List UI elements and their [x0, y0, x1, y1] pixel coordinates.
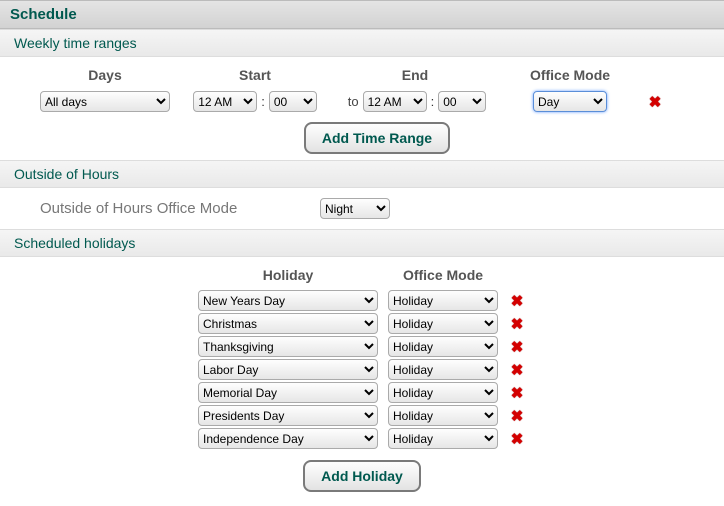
holiday-mode-select[interactable]: Holiday	[388, 290, 498, 311]
holiday-name-select[interactable]: Independence Day	[198, 428, 378, 449]
delete-icon[interactable]: ✖	[649, 94, 662, 111]
header-days: Days	[30, 67, 180, 83]
add-holiday-button[interactable]: Add Holiday	[303, 460, 421, 492]
header-holiday-mode: Office Mode	[383, 267, 503, 283]
holiday-name-select[interactable]: Labor Day	[198, 359, 378, 380]
holiday-row: Independence Day Holiday ✖	[0, 427, 724, 450]
holiday-name-select[interactable]: Thanksgiving	[198, 336, 378, 357]
holiday-row: Labor Day Holiday ✖	[0, 358, 724, 381]
delete-icon[interactable]: ✖	[511, 362, 524, 379]
outside-mode-select[interactable]: Night	[320, 198, 390, 219]
holiday-row: Thanksgiving Holiday ✖	[0, 335, 724, 358]
colon: :	[427, 94, 439, 109]
start-hour-select[interactable]: 12 AM	[193, 91, 257, 112]
weekly-row: All days 12 AM : 00 to 12 AM : 00 Day	[30, 87, 724, 116]
delete-icon[interactable]: ✖	[511, 431, 524, 448]
holiday-name-select[interactable]: Memorial Day	[198, 382, 378, 403]
add-time-range-button[interactable]: Add Time Range	[304, 122, 450, 154]
holiday-row: New Years Day Holiday ✖	[0, 289, 724, 312]
delete-icon[interactable]: ✖	[511, 293, 524, 310]
section-holidays: Scheduled holidays	[0, 229, 724, 257]
holiday-name-select[interactable]: New Years Day	[198, 290, 378, 311]
outside-label: Outside of Hours Office Mode	[40, 200, 320, 217]
to-label: to	[344, 94, 363, 109]
delete-icon[interactable]: ✖	[511, 339, 524, 356]
holiday-name-select[interactable]: Christmas	[198, 313, 378, 334]
header-end: End	[330, 67, 500, 83]
holiday-mode-select[interactable]: Holiday	[388, 428, 498, 449]
end-hour-select[interactable]: 12 AM	[363, 91, 427, 112]
header-start: Start	[180, 67, 330, 83]
holiday-row: Christmas Holiday ✖	[0, 312, 724, 335]
holiday-row: Memorial Day Holiday ✖	[0, 381, 724, 404]
holiday-mode-select[interactable]: Holiday	[388, 382, 498, 403]
holiday-mode-select[interactable]: Holiday	[388, 359, 498, 380]
days-select[interactable]: All days	[40, 91, 170, 112]
weekly-headers: Days Start End Office Mode	[30, 63, 724, 87]
delete-icon[interactable]: ✖	[511, 385, 524, 402]
end-min-select[interactable]: 00	[438, 91, 486, 112]
start-min-select[interactable]: 00	[269, 91, 317, 112]
holiday-mode-select[interactable]: Holiday	[388, 313, 498, 334]
holiday-name-select[interactable]: Presidents Day	[198, 405, 378, 426]
section-weekly: Weekly time ranges	[0, 29, 724, 57]
colon: :	[257, 94, 269, 109]
holiday-row: Presidents Day Holiday ✖	[0, 404, 724, 427]
holiday-headers: Holiday Office Mode	[0, 261, 724, 289]
header-mode: Office Mode	[500, 67, 640, 83]
holiday-mode-select[interactable]: Holiday	[388, 336, 498, 357]
section-outside: Outside of Hours	[0, 160, 724, 188]
delete-icon[interactable]: ✖	[511, 316, 524, 333]
page-title: Schedule	[0, 0, 724, 29]
office-mode-select[interactable]: Day	[533, 91, 607, 112]
holiday-mode-select[interactable]: Holiday	[388, 405, 498, 426]
delete-icon[interactable]: ✖	[511, 408, 524, 425]
header-holiday: Holiday	[193, 267, 383, 283]
